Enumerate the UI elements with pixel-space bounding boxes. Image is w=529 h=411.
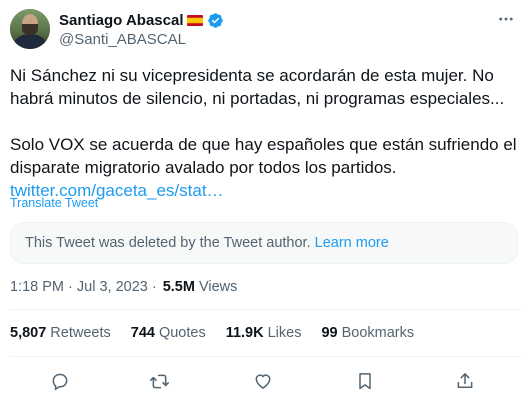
stat-label: Likes <box>267 325 302 341</box>
action-bar <box>0 364 529 398</box>
stat-label: Retweets <box>50 325 111 341</box>
like-icon[interactable] <box>250 368 276 394</box>
verified-badge-icon[interactable] <box>207 12 224 29</box>
tweet-meta: 1:18 PM · Jul 3, 2023 · 5.5M Views <box>10 279 237 295</box>
more-options-icon[interactable] <box>495 8 517 30</box>
stat-count: 99 <box>321 325 338 341</box>
reply-icon[interactable] <box>47 368 73 394</box>
retweet-icon[interactable] <box>146 368 172 394</box>
stat-label: Quotes <box>158 325 206 341</box>
timestamp[interactable]: 1:18 PM · Jul 3, 2023 · <box>10 279 157 295</box>
deleted-quote-box: This Tweet was deleted by the Tweet auth… <box>10 222 518 264</box>
avatar[interactable] <box>10 9 50 49</box>
stat-likes[interactable]: 11.9K Likes <box>226 325 302 341</box>
stat-retweets[interactable]: 5,807 Retweets <box>10 325 111 341</box>
stat-label: Bookmarks <box>341 325 415 341</box>
views-count: 5.5M <box>162 279 195 295</box>
tweet-text: Ni Sánchez ni su vicepresidenta se acord… <box>10 64 522 202</box>
stat-count: 11.9K <box>225 325 264 341</box>
tweet-paragraph-2: Solo VOX se acuerda de que hay españoles… <box>10 135 517 177</box>
stat-bookmarks[interactable]: 99 Bookmarks <box>321 325 414 341</box>
user-handle[interactable]: @Santi_ABASCAL <box>59 31 186 48</box>
divider <box>10 356 522 357</box>
spain-flag-icon <box>187 14 204 26</box>
divider <box>10 309 522 310</box>
engagement-stats: 5,807 Retweets 744 Quotes 11.9K Likes 99… <box>10 325 434 341</box>
tweet-header: Santiago Abascal @Santi_ABASCAL <box>0 0 529 56</box>
tweet-paragraph-1: Ni Sánchez ni su vicepresidenta se acord… <box>10 66 505 108</box>
deleted-message: This Tweet was deleted by the Tweet auth… <box>25 235 311 251</box>
stat-count: 744 <box>130 325 155 341</box>
views-label: Views <box>198 279 238 295</box>
translate-tweet-link[interactable]: Translate Tweet <box>10 196 98 210</box>
stat-count: 5,807 <box>10 325 47 341</box>
stat-quotes[interactable]: 744 Quotes <box>131 325 206 341</box>
display-name[interactable]: Santiago Abascal <box>59 12 183 29</box>
bookmark-icon[interactable] <box>352 368 378 394</box>
learn-more-link[interactable]: Learn more <box>315 235 389 251</box>
name-row: Santiago Abascal <box>59 10 224 30</box>
share-icon[interactable] <box>452 368 478 394</box>
